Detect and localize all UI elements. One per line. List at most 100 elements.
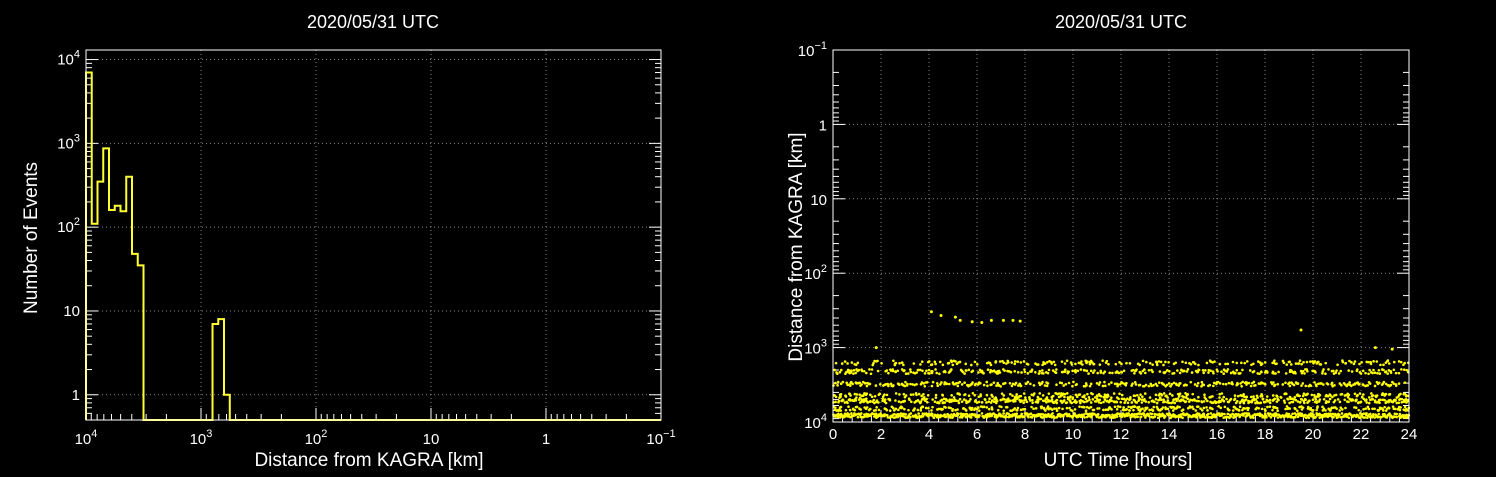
scatter-point — [909, 416, 912, 419]
right-ylabel: Distance from KAGRA [km] — [786, 132, 807, 361]
scatter-point — [1151, 363, 1154, 366]
figure-canvas: 2020/05/31 UTC Distance from KAGRA [km] … — [0, 0, 1496, 472]
scatter-point — [1354, 392, 1357, 395]
scatter-point — [1300, 384, 1303, 387]
scatter-point — [1046, 385, 1049, 388]
scatter-point — [928, 369, 931, 372]
scatter-point — [1323, 398, 1326, 401]
scatter-point — [948, 362, 951, 365]
scatter-point — [1087, 372, 1090, 375]
scatter-point — [1284, 381, 1287, 384]
scatter-point — [921, 370, 924, 373]
scatter-point — [1207, 371, 1210, 374]
right-x-tick-label: 0 — [829, 426, 837, 443]
scatter-point — [1086, 360, 1089, 363]
scatter-point — [1388, 362, 1391, 365]
scatter-point — [842, 381, 845, 384]
scatter-point — [922, 393, 925, 396]
scatter-point — [1126, 414, 1129, 417]
scatter-point — [1379, 372, 1382, 375]
scatter-point — [1288, 413, 1291, 416]
scatter-point — [1006, 406, 1009, 409]
scatter-point — [963, 381, 966, 384]
scatter-point — [1083, 401, 1086, 404]
scatter-point — [936, 384, 939, 387]
scatter-point — [1048, 369, 1051, 372]
scatter-point — [1156, 384, 1159, 387]
scatter-point — [945, 415, 948, 418]
scatter-point — [1313, 381, 1316, 384]
scatter-point — [1103, 381, 1106, 384]
scatter-point — [1302, 395, 1305, 398]
scatter-point — [1171, 383, 1174, 386]
scatter-point — [1156, 364, 1159, 367]
scatter-point — [1329, 398, 1332, 401]
scatter-point — [903, 400, 906, 403]
scatter-point — [977, 406, 980, 409]
scatter-point — [847, 405, 850, 408]
scatter-point — [833, 369, 836, 372]
scatter-point — [1401, 398, 1404, 401]
scatter-point — [1320, 363, 1323, 366]
scatter-point — [1211, 395, 1214, 398]
scatter-point — [1366, 384, 1369, 387]
scatter-point — [1071, 385, 1074, 388]
left-ylabel: Number of Events — [21, 162, 42, 314]
scatter-point — [1064, 362, 1067, 365]
scatter-point — [1178, 406, 1181, 409]
scatter-point — [878, 409, 881, 412]
scatter-point — [1164, 371, 1167, 374]
scatter-point — [910, 412, 913, 415]
scatter-point — [956, 385, 959, 388]
scatter-point — [1350, 361, 1353, 364]
scatter-point — [1181, 416, 1184, 419]
scatter-point — [1315, 385, 1318, 388]
scatter-point-isolated — [980, 321, 983, 324]
scatter-point — [961, 383, 964, 386]
scatter-point — [1314, 360, 1317, 363]
scatter-point-isolated — [1002, 319, 1005, 322]
scatter-point — [1153, 401, 1156, 404]
scatter-point — [1038, 392, 1041, 395]
scatter-point — [1151, 413, 1154, 416]
scatter-point — [1153, 413, 1156, 416]
scatter-point — [1003, 369, 1006, 372]
scatter-point — [1353, 363, 1356, 366]
scatter-point — [1319, 398, 1322, 401]
scatter-point — [1044, 409, 1047, 412]
scatter-point — [1148, 369, 1151, 372]
scatter-point — [1020, 400, 1023, 403]
scatter-point — [931, 398, 934, 401]
scatter-point — [1374, 385, 1377, 388]
scatter-point — [963, 372, 966, 375]
scatter-point — [854, 372, 857, 375]
scatter-point — [1338, 414, 1341, 417]
scatter-point — [915, 371, 918, 374]
scatter-point — [880, 362, 883, 365]
scatter-point — [837, 381, 840, 384]
scatter-point — [1203, 393, 1206, 396]
scatter-point — [1149, 362, 1152, 365]
scatter-point — [971, 381, 974, 384]
scatter-point — [1234, 372, 1237, 375]
right-x-tick-label: 16 — [1209, 426, 1226, 443]
scatter-point — [1338, 372, 1341, 375]
scatter-point — [991, 395, 994, 398]
scatter-point — [1304, 385, 1307, 388]
scatter-point — [1352, 399, 1355, 402]
scatter-point — [978, 401, 981, 404]
scatter-point — [1301, 382, 1304, 385]
scatter-point — [1266, 406, 1269, 409]
scatter-point — [898, 393, 901, 396]
scatter-point — [1010, 371, 1013, 374]
scatter-point — [1236, 383, 1239, 386]
scatter-point — [987, 400, 990, 403]
scatter-point — [1071, 370, 1074, 373]
scatter-point-isolated — [930, 310, 933, 313]
scatter-point — [1295, 362, 1298, 365]
scatter-point — [1139, 384, 1142, 387]
scatter-point — [943, 413, 946, 416]
scatter-point — [1262, 398, 1265, 401]
scatter-point — [1159, 396, 1162, 399]
scatter-point — [1276, 407, 1279, 410]
